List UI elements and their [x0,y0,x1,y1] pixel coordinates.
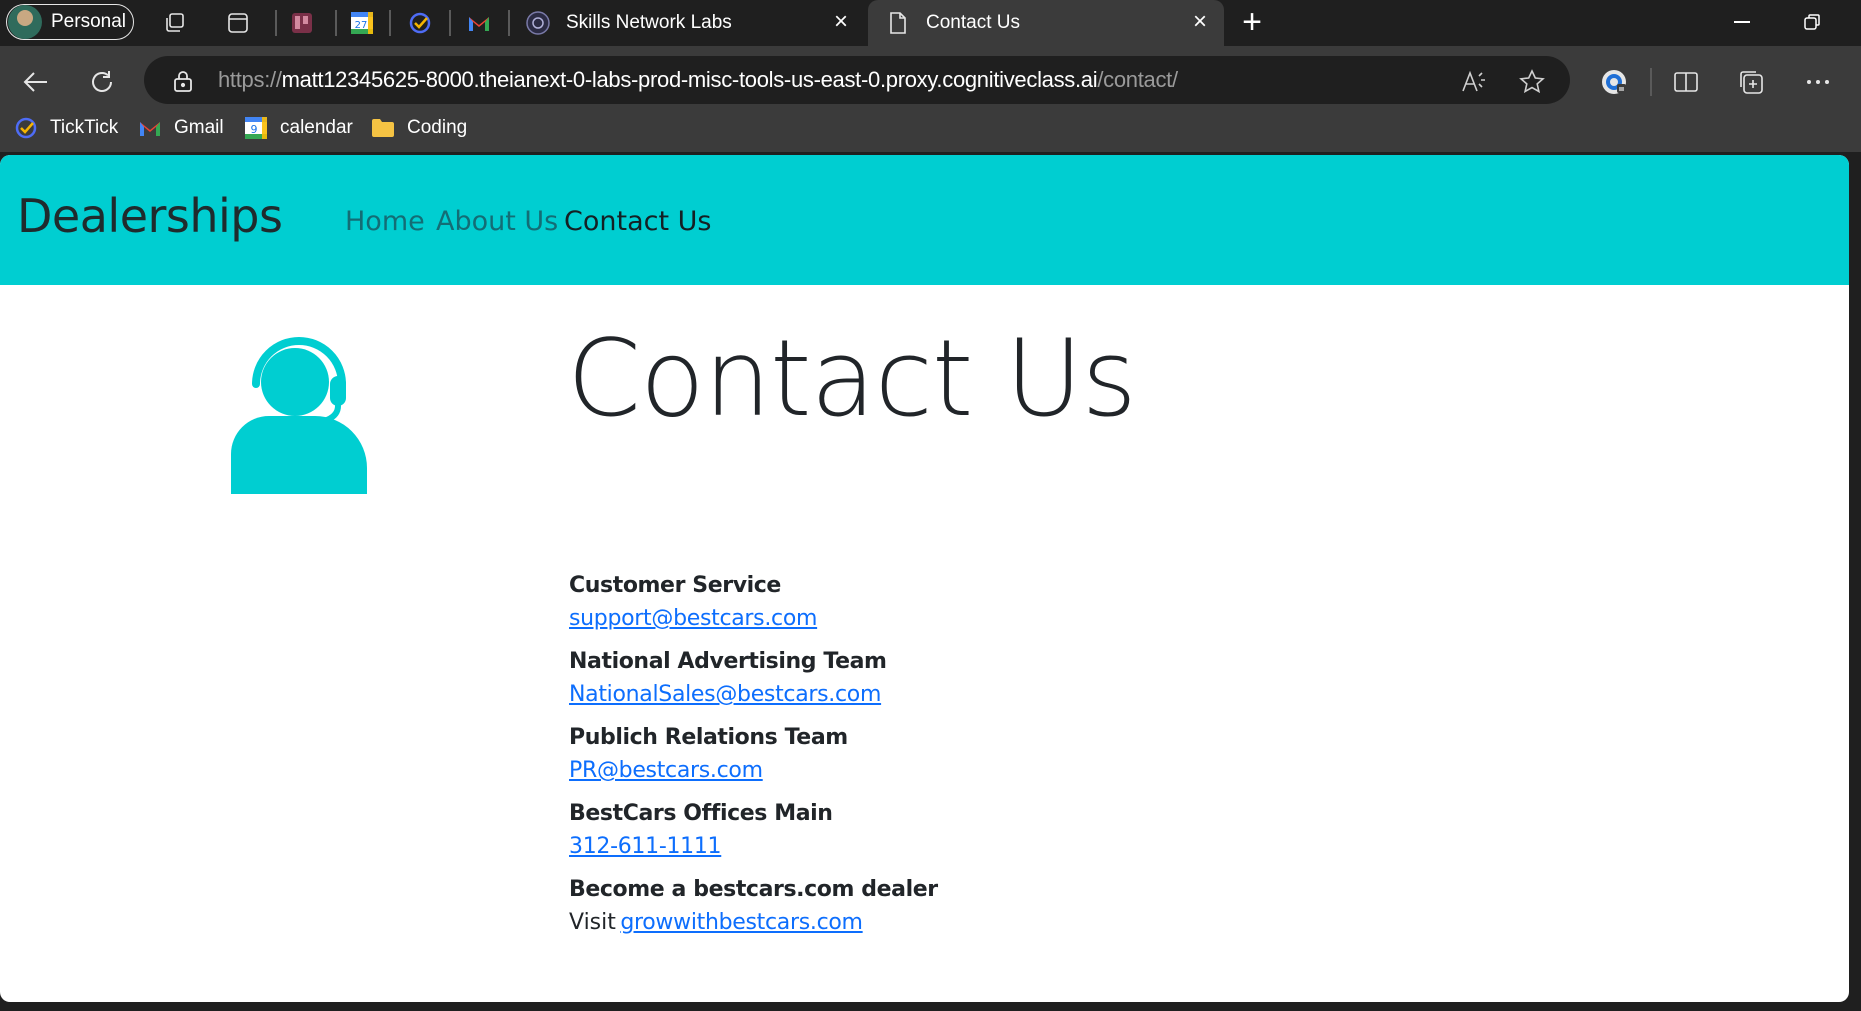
split-screen-icon[interactable] [1670,66,1702,98]
tab-title: Skills Network Labs [566,12,732,33]
profile-label: Personal [51,11,126,32]
bookmark-calendar[interactable]: 9 calendar [244,110,353,146]
bookmarks-bar: TickTick Gmail 9 calendar Coding [0,110,1861,146]
contact-customer-service: Customer Service support@bestcars.com [569,569,1269,635]
lock-icon[interactable] [172,69,194,92]
site-brand[interactable]: Dealerships [17,189,283,243]
contact-email-link[interactable]: PR@bestcars.com [569,758,763,783]
page-heading: Contact Us [567,317,1137,440]
contact-email-link[interactable]: support@bestcars.com [569,606,817,631]
gmail-icon [138,116,162,140]
customer-support-icon [228,332,371,494]
close-tab-icon[interactable]: × [829,10,853,34]
calendar-pinned-tab-icon[interactable]: 27 [348,9,376,37]
ticktick-icon [14,116,38,140]
dealer-website-link[interactable]: growwithbestcars.com [620,910,863,935]
page-favicon [886,11,910,35]
trello-pinned-tab-icon[interactable] [288,9,316,37]
contact-become-dealer: Become a bestcars.com dealer Visit groww… [569,873,1269,939]
contact-phone-link[interactable]: 312-611-1111 [569,834,722,859]
read-aloud-icon[interactable] [1460,68,1488,96]
workspaces-icon[interactable] [161,9,189,37]
collections-icon[interactable] [1736,66,1768,98]
contact-public-relations: Publich Relations Team PR@bestcars.com [569,721,1269,787]
contact-title: BestCars Offices Main [569,801,833,826]
restore-window-icon[interactable] [1800,10,1824,34]
skills-network-favicon [526,11,550,35]
favorite-star-icon[interactable] [1518,68,1546,96]
url-text[interactable]: https://matt12345625-8000.theianext-0-la… [218,67,1178,93]
site-navbar: Dealerships Home About Us Contact Us [0,155,1849,285]
folder-icon [371,116,395,140]
contact-email-link[interactable]: NationalSales@bestcars.com [569,682,881,707]
ticktick-pinned-tab-icon[interactable] [406,9,434,37]
copilot-extension-icon[interactable] [1598,66,1630,98]
back-icon[interactable] [14,60,58,104]
address-bar[interactable]: https://matt12345625-8000.theianext-0-la… [144,56,1570,104]
contact-title: National Advertising Team [569,649,887,674]
contact-national-advertising: National Advertising Team NationalSales@… [569,645,1269,711]
svg-text:27: 27 [355,20,368,31]
bookmark-ticktick[interactable]: TickTick [14,110,118,146]
web-page: Dealerships Home About Us Contact Us Con… [0,155,1849,1002]
tab-contact-us[interactable]: Contact Us × [868,0,1224,46]
close-tab-icon[interactable]: × [1188,10,1212,34]
nav-about-link[interactable]: About Us [436,206,558,237]
tab-skills-network-labs[interactable]: Skills Network Labs × [520,0,865,46]
tab-strip: Personal 27 Skills Network Labs × Contac… [0,0,1861,46]
new-tab-button[interactable]: + [1236,5,1268,39]
profile-button[interactable]: Personal [6,4,134,40]
tab-actions-icon[interactable] [224,9,252,37]
nav-home-link[interactable]: Home [345,206,425,237]
calendar-icon: 9 [244,116,268,140]
bookmark-gmail[interactable]: Gmail [138,110,224,146]
minimize-window-icon[interactable] [1730,10,1754,34]
contact-title: Become a bestcars.com dealer [569,877,938,902]
svg-text:9: 9 [251,123,258,136]
contact-offices-main: BestCars Offices Main 312-611-1111 [569,797,1269,863]
contact-title: Publich Relations Team [569,725,848,750]
visit-prefix: Visit [569,910,616,935]
bookmark-folder-coding[interactable]: Coding [371,110,467,146]
nav-contact-link[interactable]: Contact Us [564,206,711,237]
tab-title: Contact Us [926,12,1020,33]
refresh-icon[interactable] [80,60,124,104]
profile-avatar [8,5,42,39]
contact-list: Customer Service support@bestcars.com Na… [569,569,1269,949]
gmail-pinned-tab-icon[interactable] [465,9,493,37]
contact-title: Customer Service [569,573,781,598]
more-options-icon[interactable] [1802,66,1834,98]
